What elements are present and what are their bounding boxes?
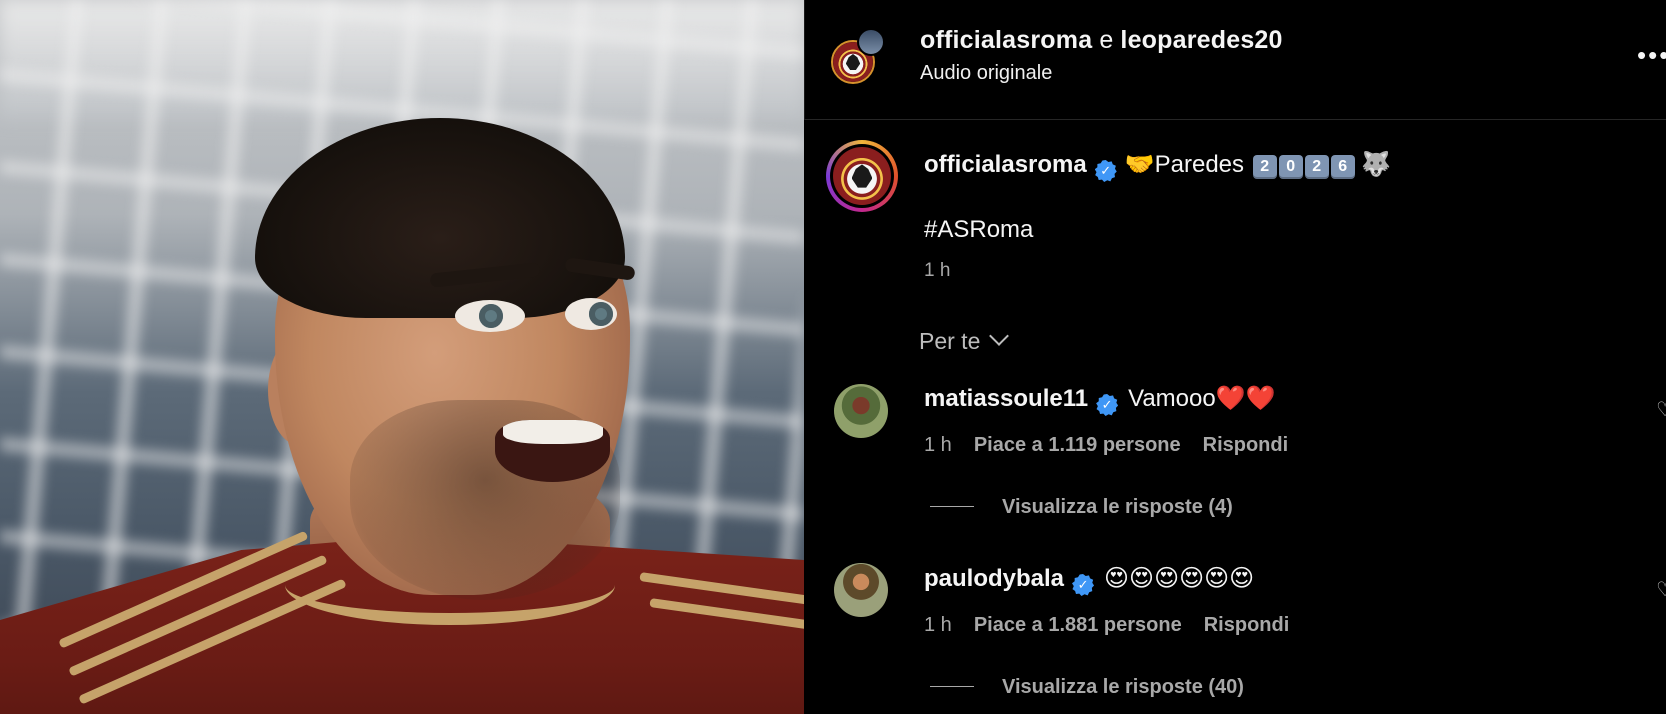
comment-author[interactable]: matiassoule11 <box>924 385 1088 412</box>
wolf-icon <box>851 164 873 188</box>
comment-avatar[interactable] <box>834 384 888 438</box>
caption-text: 🤝Paredes <box>1124 151 1245 178</box>
wolf-icon <box>845 54 861 70</box>
comment-likes[interactable]: Piace a 1.119 persone <box>974 434 1181 456</box>
verified-badge-icon: ✓ <box>1094 160 1117 182</box>
replies-divider <box>930 506 974 507</box>
player-eye <box>565 298 617 330</box>
keycap-digit: 2 <box>1304 155 1329 179</box>
caption-avatar[interactable] <box>826 140 898 212</box>
post-authors: officialasroma e leoparedes20 <box>920 26 1283 55</box>
reply-button[interactable]: Rispondi <box>1203 434 1289 456</box>
comment-text: Vamooo❤️❤️ <box>1128 385 1276 412</box>
author-join: e <box>1099 26 1114 54</box>
heart-icon[interactable]: ♡ <box>1656 400 1666 420</box>
reel-video[interactable] <box>0 0 804 714</box>
comment: matiassoule11 ✓ Vamooo❤️❤️ <box>924 384 1275 416</box>
comment-likes[interactable]: Piace a 1.881 persone <box>974 614 1182 636</box>
comment-sort-dropdown[interactable]: Per te <box>919 326 1010 355</box>
chevron-down-icon <box>989 326 1010 346</box>
view-replies-label: Visualizza le risposte (40) <box>1002 676 1244 698</box>
avatar-ring <box>830 144 894 208</box>
header-avatar-paredes[interactable] <box>857 28 885 56</box>
comment: paulodybala ✓ 😍😍😍😍😍😍 <box>924 564 1254 596</box>
post-header: officialasroma e leoparedes20 Audio origin… <box>804 0 1666 120</box>
more-options-icon[interactable]: ••• <box>1637 42 1666 68</box>
comment-author[interactable]: paulodybala <box>924 565 1064 592</box>
reply-button[interactable]: Rispondi <box>1204 614 1290 636</box>
roma-logo <box>833 147 891 205</box>
verified-badge-icon: ✓ <box>1096 394 1119 416</box>
view-replies-label: Visualizza le risposte (4) <box>1002 496 1233 518</box>
heart-icon[interactable]: ♡ <box>1656 580 1666 600</box>
comment-meta: 1 h Piace a 1.881 persone Rispondi <box>924 614 1289 637</box>
view-replies-button[interactable]: Visualizza le risposte (40) <box>930 676 1244 699</box>
comment-avatar[interactable] <box>834 563 888 617</box>
author-link-roma[interactable]: officialasroma <box>920 26 1092 54</box>
sort-label: Per te <box>919 328 981 354</box>
post-details-panel: officialasroma e leoparedes20 Audio origin… <box>804 0 1666 714</box>
comment-time: 1 h <box>924 614 952 636</box>
comment-meta: 1 h Piace a 1.119 persone Rispondi <box>924 434 1288 457</box>
post-timestamp: 1 h <box>924 260 951 281</box>
keycap-digit: 2 <box>1252 155 1277 179</box>
keycap-digit: 6 <box>1330 155 1355 179</box>
player-mouth <box>495 420 610 482</box>
comment-time: 1 h <box>924 434 952 456</box>
keycap-digit: 0 <box>1278 155 1303 179</box>
audio-link[interactable]: Audio originale <box>920 62 1052 85</box>
comment-text: 😍😍😍😍😍😍 <box>1104 565 1255 592</box>
view-replies-button[interactable]: Visualizza le risposte (4) <box>930 496 1233 519</box>
hashtag-link[interactable]: #ASRoma <box>924 216 1033 244</box>
verified-badge-icon: ✓ <box>1072 574 1095 596</box>
caption-author[interactable]: officialasroma <box>924 151 1087 178</box>
wolf-emoji: 🐺 <box>1361 151 1392 178</box>
caption: officialasroma ✓ 🤝Paredes 2026 🐺 <box>924 150 1391 182</box>
replies-divider <box>930 686 974 687</box>
player-eye <box>455 300 525 332</box>
author-link-paredes[interactable]: leoparedes20 <box>1120 26 1282 54</box>
